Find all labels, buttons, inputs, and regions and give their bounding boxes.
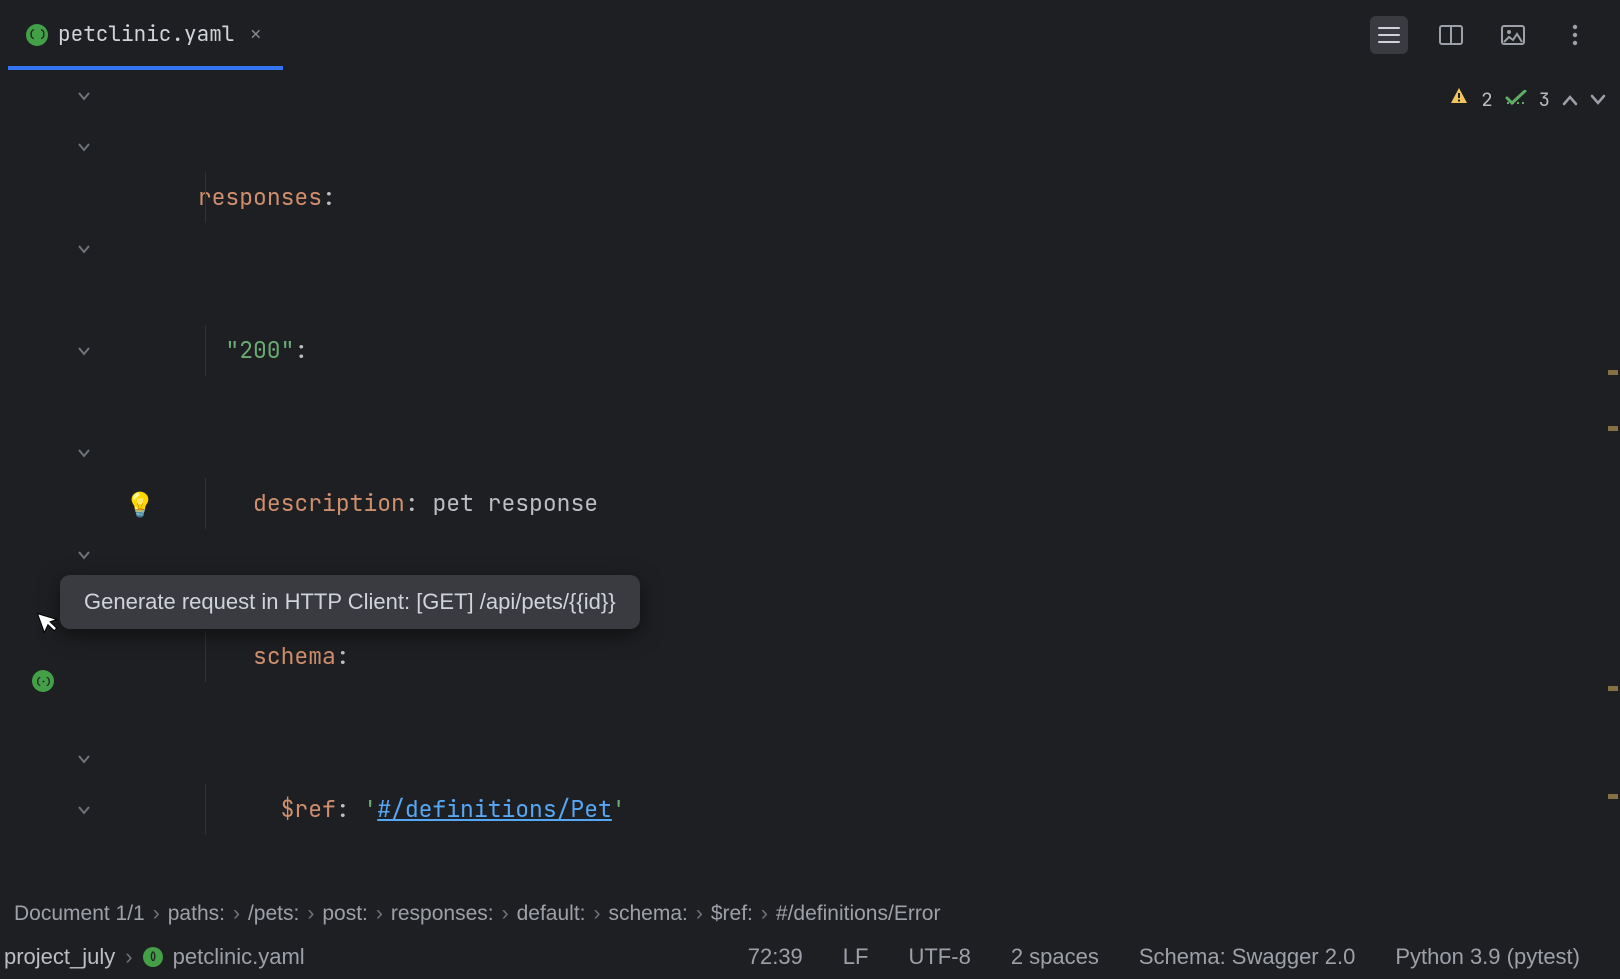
fold-icon[interactable] [78,121,90,172]
intention-bulb-icon[interactable]: 💡 [125,490,155,521]
editor-tab[interactable]: petclinic.yaml ✕ [8,0,279,69]
weak-warning-icon [1505,87,1527,112]
breadcrumb-item[interactable]: $ref: [711,902,753,926]
gutter-tooltip: Generate request in HTTP Client: [GET] /… [60,575,640,629]
http-run-gutter-icon[interactable] [32,670,54,692]
encoding[interactable]: UTF-8 [908,944,970,970]
error-stripe[interactable] [1606,70,1620,893]
breadcrumb-item[interactable]: #/definitions/Error [776,902,941,926]
schema-ref-link[interactable]: #/definitions/Pet [377,794,612,824]
schema-widget[interactable]: Schema: Swagger 2.0 [1139,944,1355,970]
warning-count: 2 [1481,87,1492,112]
openapi-file-icon [143,947,163,967]
yaml-key: responses [198,182,322,212]
project-name[interactable]: project_july [4,944,115,970]
breadcrumb-item[interactable]: /pets: [248,902,299,926]
reader-mode-icon[interactable] [1432,16,1470,54]
stripe-marker[interactable] [1608,686,1618,691]
yaml-key: schema [253,641,336,671]
breadcrumb-item[interactable]: post: [322,902,368,926]
fold-icon[interactable] [78,427,90,478]
preview-image-icon[interactable] [1494,16,1532,54]
fold-icon[interactable] [78,325,90,376]
stripe-marker[interactable] [1608,794,1618,799]
yaml-key: $ref [281,794,336,824]
code-editor[interactable]: 💡 responses: "200": description: pet res… [0,70,1620,893]
fold-icon[interactable] [78,529,90,580]
breadcrumb-item[interactable]: paths: [168,902,225,926]
breadcrumb-item[interactable]: default: [517,902,586,926]
status-bar: project_july › petclinic.yaml 72:39 LF U… [0,934,1620,979]
yaml-value: pet response [432,488,598,518]
gutter [0,70,115,893]
soft-wrap-icon[interactable] [1370,16,1408,54]
current-file[interactable]: petclinic.yaml [173,944,305,970]
python-interpreter[interactable]: Python 3.9 (pytest) [1395,944,1580,970]
breadcrumb-item[interactable]: schema: [609,902,688,926]
fold-icon[interactable] [78,70,90,121]
fold-icon[interactable] [78,733,90,784]
close-tab-icon[interactable]: ✕ [244,23,261,46]
fold-icon[interactable] [78,784,90,835]
breadcrumb-item[interactable]: responses: [391,902,494,926]
tooltip-text: Generate request in HTTP Client: [GET] /… [84,589,616,614]
weak-warning-count: 3 [1539,87,1550,112]
caret-position[interactable]: 72:39 [748,944,803,970]
stripe-marker[interactable] [1608,370,1618,375]
more-menu-icon[interactable] [1556,16,1594,54]
tab-title: petclinic.yaml [58,21,234,48]
tab-bar: petclinic.yaml ✕ [0,0,1620,70]
fold-icon[interactable] [78,223,90,274]
prev-highlight-icon[interactable] [1562,87,1578,112]
next-highlight-icon[interactable] [1590,87,1606,112]
yaml-key: "200" [225,335,294,365]
indent-setting[interactable]: 2 spaces [1011,944,1099,970]
breadcrumb-item[interactable]: Document 1/1 [14,902,145,926]
warning-icon [1449,86,1469,112]
openapi-file-icon [26,24,48,46]
breadcrumbs-bar: Document 1/1› paths:› /pets:› post:› res… [0,893,1620,934]
inspection-summary[interactable]: 2 3 [1449,86,1606,112]
stripe-marker[interactable] [1608,426,1618,431]
yaml-key: description [253,488,405,518]
line-separator[interactable]: LF [843,944,869,970]
